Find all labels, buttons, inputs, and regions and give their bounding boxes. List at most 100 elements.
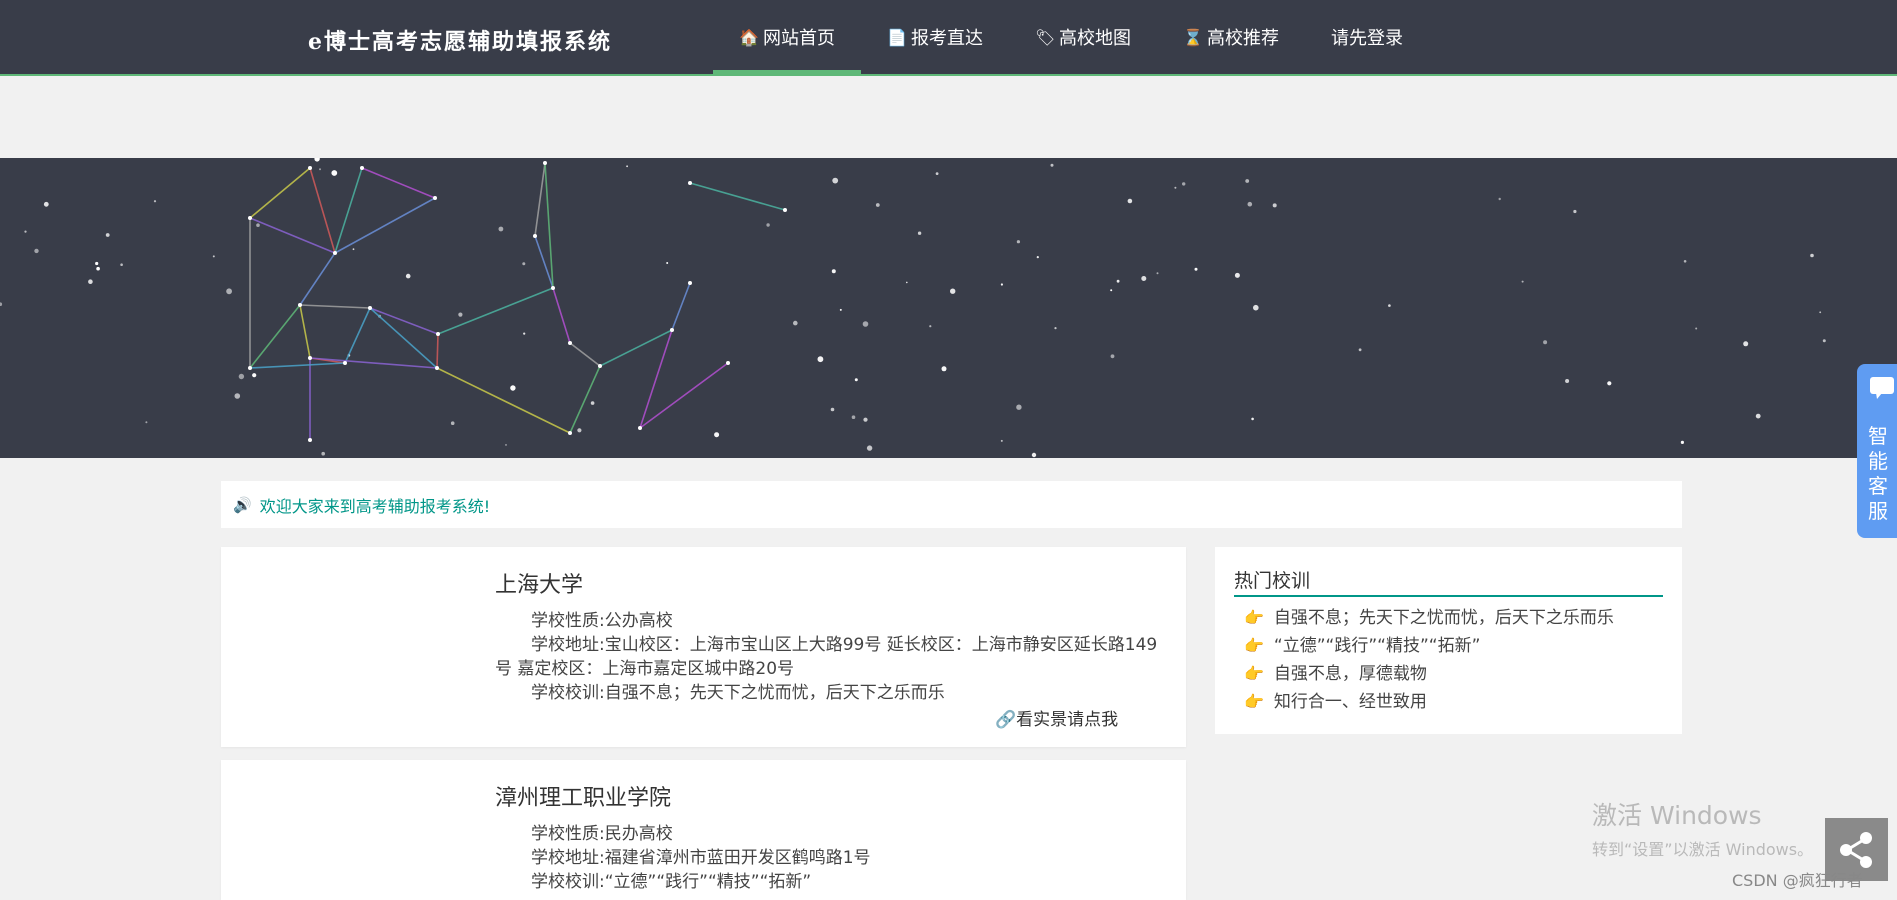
star xyxy=(1174,186,1177,189)
network-node xyxy=(670,328,674,332)
star xyxy=(1810,253,1814,258)
thumbs-up-icon: 👉 xyxy=(1244,664,1264,683)
site-brand[interactable]: e博士高考志愿辅助填报系统 xyxy=(308,24,612,56)
star xyxy=(1050,163,1054,167)
network-node xyxy=(688,181,692,185)
chat-bubble-icon xyxy=(1870,377,1894,399)
thumbs-up-icon: 👉 xyxy=(1244,636,1264,655)
star xyxy=(1000,439,1003,442)
star xyxy=(830,407,835,412)
college-name[interactable]: 上海大学 xyxy=(495,567,583,599)
network-link xyxy=(299,304,371,309)
windows-activation-watermark: 激活 Windows 转到“设置”以激活 Windows。 xyxy=(1592,796,1813,860)
star xyxy=(1234,272,1240,278)
star xyxy=(0,302,3,306)
star xyxy=(510,385,516,391)
star xyxy=(256,223,260,227)
network-link xyxy=(437,287,554,335)
particle-network-graphic xyxy=(0,158,1826,458)
network-link xyxy=(344,307,371,364)
star xyxy=(793,320,798,326)
star xyxy=(1036,256,1039,259)
panel-title: 热门校训 xyxy=(1234,570,1311,592)
star xyxy=(854,378,858,382)
network-node xyxy=(343,361,347,365)
network-link xyxy=(689,182,786,211)
star xyxy=(1016,404,1022,410)
nav-login[interactable]: 请先登录 xyxy=(1305,0,1429,74)
star xyxy=(43,201,49,207)
network-link xyxy=(552,287,571,344)
network-link xyxy=(569,342,601,367)
star xyxy=(1543,340,1548,345)
network-link xyxy=(436,333,439,369)
star xyxy=(666,262,669,264)
star xyxy=(1607,381,1612,386)
star xyxy=(1110,354,1115,359)
nav-home[interactable]: 🏠 网站首页 xyxy=(713,0,861,76)
star xyxy=(96,266,100,271)
nav-college-recommend[interactable]: ⌛ 高校推荐 xyxy=(1157,0,1305,74)
thumbs-up-icon: 👉 xyxy=(1244,692,1264,711)
motto-item[interactable]: 👉 “立德”“践行”“精技”“拓新” xyxy=(1244,632,1614,660)
star xyxy=(714,432,720,438)
network-node xyxy=(551,286,555,290)
star xyxy=(941,366,947,372)
motto-item[interactable]: 👉 自强不息；先天下之忧而忧，后天下之乐而乐 xyxy=(1244,604,1614,632)
customer-service-label: 智能客服 xyxy=(1868,424,1888,523)
network-link xyxy=(639,362,729,429)
star xyxy=(252,373,257,378)
motto-item[interactable]: 👉 知行合一、经世致用 xyxy=(1244,688,1614,716)
nav-apply-direct[interactable]: 📄 报考直达 xyxy=(861,0,1009,74)
star xyxy=(1245,179,1250,183)
star xyxy=(24,230,27,233)
home-icon: 🏠 xyxy=(739,27,759,47)
star xyxy=(862,321,869,327)
college-address: 学校地址:宝山校区：上海市宝山区上大路99号 延长校区：上海市静安区延长路149… xyxy=(495,635,1158,679)
main-nav: 🏠 网站首页 📄 报考直达 🏷 高校地图 ⌛ 高校推荐 请先登录 xyxy=(713,0,1429,76)
star xyxy=(331,170,338,176)
watermark-line1: 激活 Windows xyxy=(1592,801,1762,830)
college-nature: 学校性质:民办高校 xyxy=(531,824,673,844)
star xyxy=(1695,327,1698,330)
star xyxy=(212,255,215,258)
notice-text: 欢迎大家来到高考辅助报考系统! xyxy=(259,496,491,516)
network-node xyxy=(248,366,252,370)
view-scene-label: 看实景请点我 xyxy=(1016,710,1119,730)
view-scene-link[interactable]: 🔗看实景请点我 xyxy=(995,705,1118,730)
star xyxy=(1182,182,1186,186)
customer-service-button[interactable]: 智能客服 xyxy=(1857,364,1897,538)
hot-mottos-panel: 热门校训 👉 自强不息；先天下之忧而忧，后天下之乐而乐 👉 “立德”“践行”“精技”… xyxy=(1215,547,1682,734)
college-name[interactable]: 漳州理工职业学院 xyxy=(495,780,671,812)
star xyxy=(234,393,241,399)
star xyxy=(1247,201,1253,207)
motto-item[interactable]: 👉 自强不息，厚德载物 xyxy=(1244,660,1614,688)
hourglass-icon: ⌛ xyxy=(1183,27,1203,47)
star xyxy=(929,325,932,328)
network-node xyxy=(598,364,602,368)
star xyxy=(832,177,839,184)
star xyxy=(145,421,148,424)
star xyxy=(450,421,455,426)
star xyxy=(1127,198,1133,204)
college-nature: 学校性质:公办高校 xyxy=(531,611,673,631)
network-link xyxy=(309,357,438,369)
network-node xyxy=(783,208,787,212)
volume-icon: 🔊 xyxy=(233,495,252,514)
star xyxy=(1565,379,1570,383)
college-card: 上海大学 学校性质:公办高校 学校地址:宝山校区：上海市宝山区上大路99号 延长… xyxy=(221,547,1186,747)
network-node xyxy=(368,306,372,310)
network-link xyxy=(249,362,346,369)
nav-label: 网站首页 xyxy=(763,28,835,49)
star xyxy=(863,417,868,422)
star xyxy=(1194,267,1198,271)
network-node xyxy=(436,332,440,336)
star xyxy=(321,451,326,456)
network-link xyxy=(299,304,311,359)
notice-bar: 🔊 欢迎大家来到高考辅助报考系统! xyxy=(221,481,1682,528)
network-link xyxy=(534,162,546,237)
nav-college-map[interactable]: 🏷 高校地图 xyxy=(1009,0,1157,74)
network-node xyxy=(360,166,364,170)
star xyxy=(817,356,824,363)
star xyxy=(1573,209,1577,214)
